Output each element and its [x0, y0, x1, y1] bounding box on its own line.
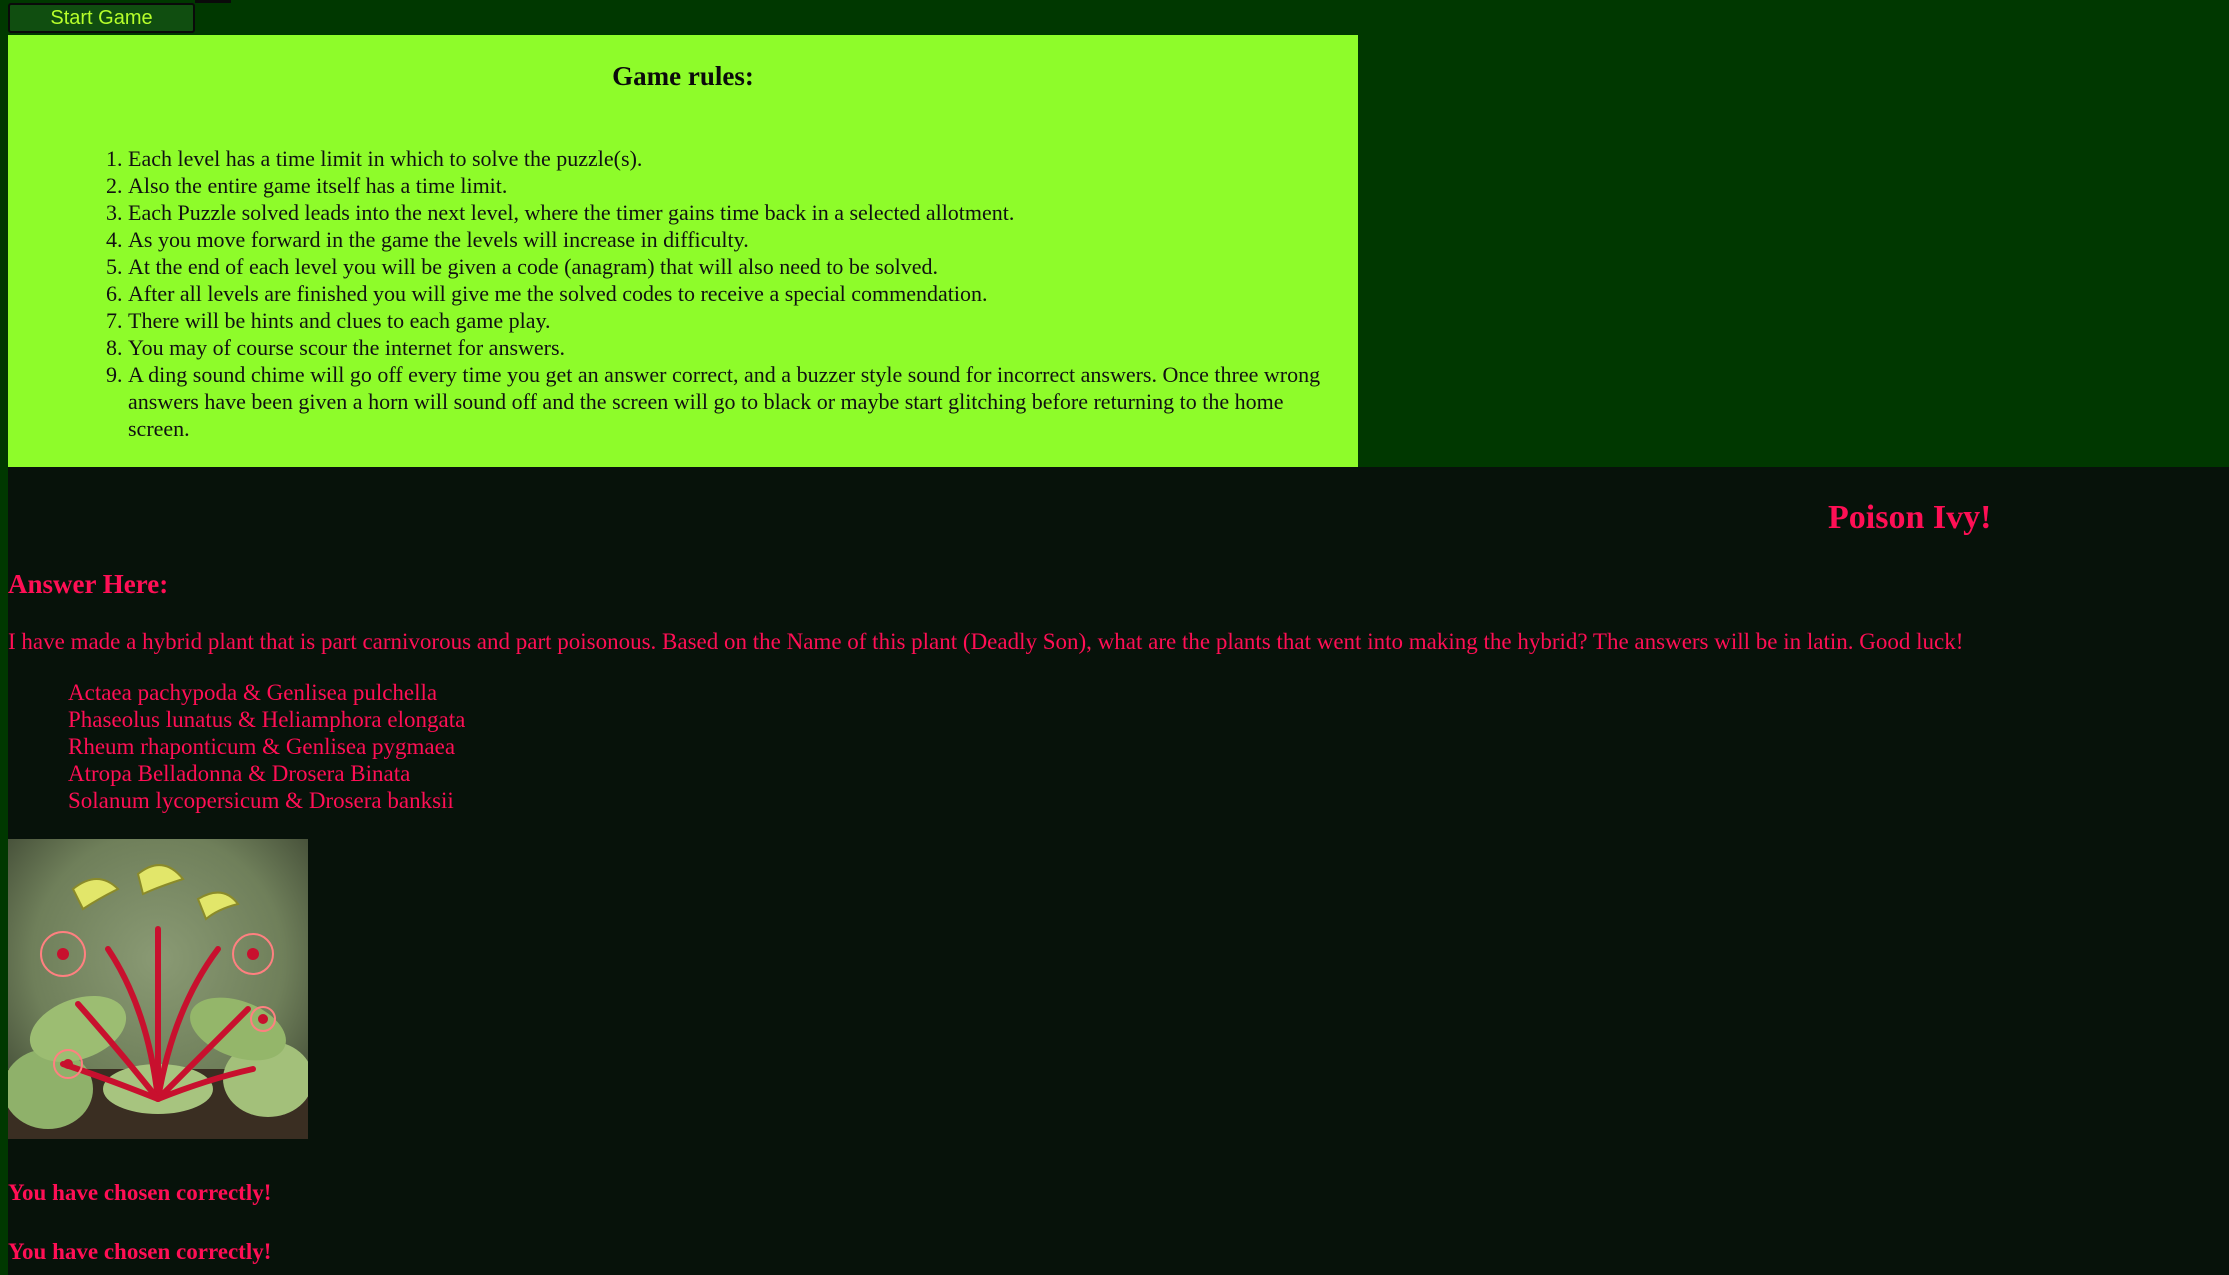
- rule-item: Also the entire game itself has a time l…: [128, 172, 1334, 199]
- answer-heading: Answer Here:: [8, 569, 169, 599]
- answer-option[interactable]: Rheum rhaponticum & Genlisea pygmaea: [68, 733, 465, 760]
- left-strip: [0, 467, 8, 1275]
- result-message: You have chosen correctly!: [8, 1180, 272, 1205]
- rule-item: A ding sound chime will go off every tim…: [128, 361, 1334, 442]
- result-message: You have chosen correctly!: [8, 1239, 272, 1264]
- game-rules-panel: Game rules: Each level has a time limit …: [8, 35, 1358, 467]
- answer-option[interactable]: Actaea pachypoda & Genlisea pulchella: [68, 679, 465, 706]
- rules-list: Each level has a time limit in which to …: [8, 145, 1358, 442]
- start-game-button[interactable]: Start Game: [8, 3, 195, 33]
- hybrid-plant-image: [8, 839, 308, 1139]
- rules-title: Game rules:: [612, 61, 754, 91]
- answer-option[interactable]: Phaseolus lunatus & Heliamphora elongata: [68, 706, 465, 733]
- rule-item: Each Puzzle solved leads into the next l…: [128, 199, 1334, 226]
- top-bar: [0, 0, 2229, 35]
- level-section: Poison Ivy! Answer Here: I have made a h…: [8, 467, 2229, 1275]
- rule-item: As you move forward in the game the leve…: [128, 226, 1334, 253]
- rule-item: After all levels are finished you will g…: [128, 280, 1334, 307]
- level-title: Poison Ivy!: [1828, 499, 1992, 536]
- answer-options: Actaea pachypoda & Genlisea pulchella Ph…: [68, 679, 465, 814]
- rule-item: There will be hints and clues to each ga…: [128, 307, 1334, 334]
- rule-item: At the end of each level you will be giv…: [128, 253, 1334, 280]
- button-shadow: [195, 0, 231, 3]
- question-text: I have made a hybrid plant that is part …: [8, 629, 1964, 654]
- answer-option[interactable]: Solanum lycopersicum & Drosera banksii: [68, 787, 465, 814]
- rule-item: You may of course scour the internet for…: [128, 334, 1334, 361]
- rule-item: Each level has a time limit in which to …: [128, 145, 1334, 172]
- answer-option[interactable]: Atropa Belladonna & Drosera Binata: [68, 760, 465, 787]
